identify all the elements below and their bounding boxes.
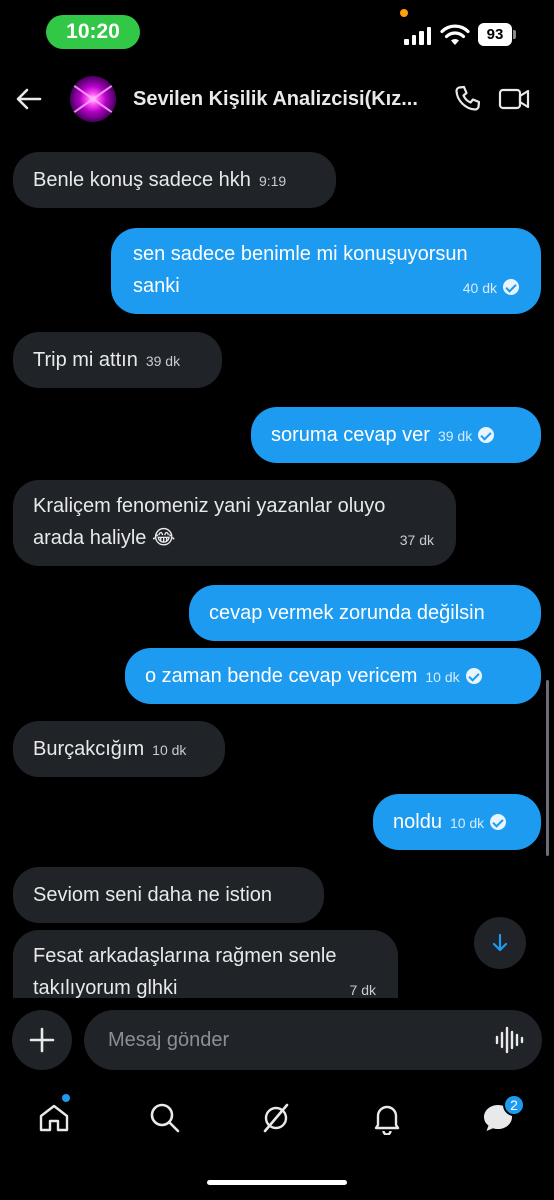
nav-notifications[interactable] [367, 1098, 407, 1138]
read-check-icon [465, 668, 482, 684]
message-meta: 7 dk [342, 974, 376, 998]
message-bubble-incoming[interactable]: Kraliçem fenomeniz yani yazanlar oluyo a… [13, 480, 456, 566]
message-text: cevap vermek zorunda değilsin [209, 602, 485, 624]
message-list-scrollbar[interactable] [546, 680, 549, 856]
message-bubble-incoming[interactable]: Benle konuş sadece hkh 9:19 [13, 152, 336, 208]
back-arrow-icon[interactable] [14, 84, 44, 114]
nav-grok[interactable] [256, 1098, 296, 1138]
message-time: 7 dk [349, 982, 376, 998]
home-icon [39, 1104, 69, 1132]
message-time: 37 dk [399, 532, 434, 548]
video-camera-icon[interactable] [498, 85, 530, 113]
message-input[interactable] [108, 1010, 478, 1070]
status-time[interactable]: 10:20 [46, 15, 140, 49]
message-text: Seviom seni daha ne istion [33, 884, 273, 906]
camera-in-use-indicator [400, 9, 408, 17]
search-icon [150, 1103, 180, 1133]
plus-icon [29, 1027, 55, 1053]
message-composer [0, 1008, 554, 1074]
message-bubble-incoming[interactable]: Fesat arkadaşlarına rağmen senle takılıy… [13, 930, 398, 998]
message-text: soruma cevap ver [271, 424, 430, 446]
message-time: 9:19 [258, 173, 287, 189]
contact-avatar[interactable] [70, 76, 116, 122]
message-list[interactable]: Benle konuş sadece hkh 9:19 sen sadece be… [0, 134, 554, 998]
voice-wave-icon[interactable] [494, 1026, 524, 1054]
scroll-to-bottom-button[interactable] [474, 917, 526, 969]
cellular-signal-icon [404, 27, 431, 45]
read-check-icon [490, 814, 507, 830]
message-time: 10 dk [425, 669, 460, 685]
message-meta: 37 dk [392, 524, 434, 556]
message-time: 10 dk [449, 815, 485, 831]
chat-header: Sevilen Kişilik Analizcisi(Kız... [0, 64, 554, 134]
message-bubble-incoming[interactable]: Trip mi attın 39 dk [13, 332, 222, 388]
message-time: 40 dk [462, 280, 497, 296]
message-bubble-outgoing[interactable]: soruma cevap ver 39 dk [251, 407, 541, 463]
phone-icon[interactable] [454, 84, 482, 112]
nav-home[interactable] [34, 1098, 74, 1138]
message-time: 39 dk [145, 353, 181, 369]
message-bubble-incoming[interactable]: Seviom seni daha ne istion [13, 867, 324, 923]
battery-level: 93 [478, 23, 512, 46]
bottom-navigation [0, 1088, 554, 1148]
message-text: Burçakcığım [33, 738, 145, 760]
add-attachment-button[interactable] [12, 1010, 72, 1070]
messages-unread-badge: 2 [503, 1094, 525, 1116]
message-bubble-outgoing[interactable]: noldu 10 dk [373, 794, 541, 850]
message-text: Benle konuş sadece hkh [33, 169, 251, 191]
nav-search[interactable] [145, 1098, 185, 1138]
bell-icon [374, 1105, 400, 1135]
chat-title[interactable]: Sevilen Kişilik Analizcisi(Kız... [133, 88, 433, 111]
chevron-down-arrow-icon [492, 933, 508, 952]
message-bubble-outgoing[interactable]: sen sadece benimle mi konuşuyorsun sanki… [111, 228, 541, 314]
read-check-icon [478, 427, 495, 443]
message-text: Fesat arkadaşlarına rağmen senle takılıy… [33, 945, 337, 998]
message-meta: 40 dk [455, 272, 519, 304]
wifi-icon [440, 24, 470, 45]
home-notification-dot [62, 1094, 70, 1102]
home-indicator[interactable] [207, 1180, 347, 1185]
message-bubble-outgoing[interactable]: o zaman bende cevap vericem 10 dk [125, 648, 541, 704]
message-text: Trip mi attın [33, 349, 138, 371]
message-text: noldu [393, 811, 442, 833]
message-text: o zaman bende cevap vericem [145, 665, 418, 687]
message-time: 39 dk [437, 428, 473, 444]
grok-icon [263, 1103, 289, 1133]
message-input-container[interactable] [84, 1010, 542, 1070]
battery-terminal [513, 30, 516, 39]
message-text: sen sadece benimle mi konuşuyorsun sanki [133, 243, 468, 297]
message-bubble-incoming[interactable]: Burçakcığım 10 dk [13, 721, 225, 777]
message-bubble-outgoing[interactable]: cevap vermek zorunda değilsin [189, 585, 541, 641]
message-text: Kraliçem fenomeniz yani yazanlar oluyo a… [33, 495, 386, 549]
message-time: 10 dk [152, 742, 187, 758]
read-check-icon [503, 279, 519, 295]
status-bar: 10:20 93 [0, 0, 554, 64]
